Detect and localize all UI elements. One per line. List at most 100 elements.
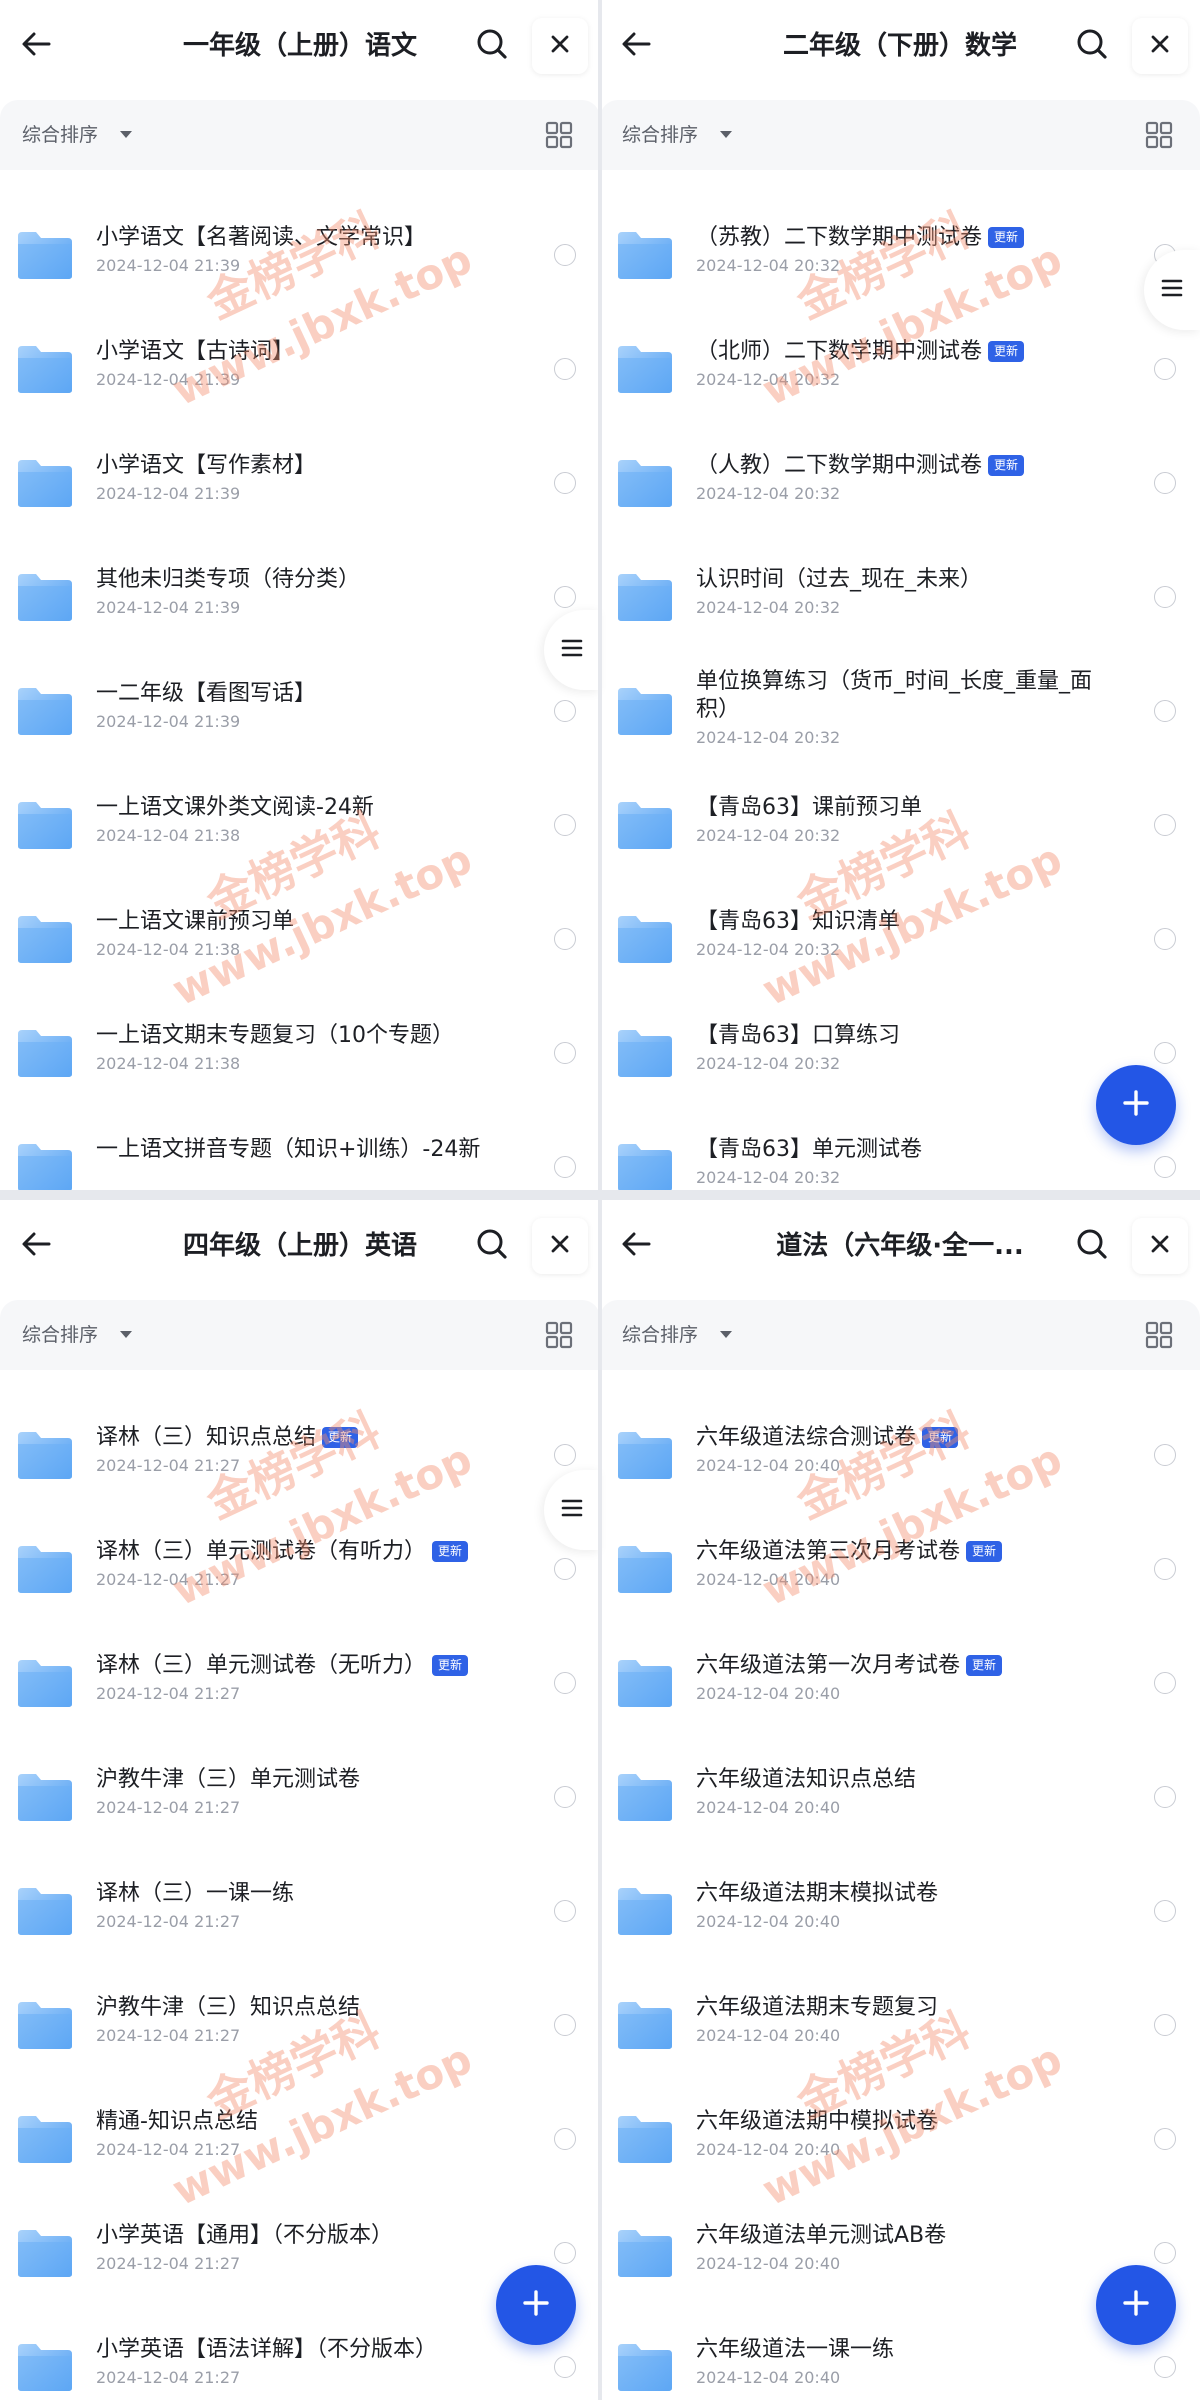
select-radio[interactable] bbox=[554, 244, 576, 266]
select-radio[interactable] bbox=[1154, 2128, 1176, 2150]
search-button[interactable] bbox=[470, 24, 514, 68]
grid-view-button[interactable] bbox=[1144, 1320, 1174, 1350]
select-radio[interactable] bbox=[1154, 1558, 1176, 1580]
sort-dropdown[interactable]: 综合排序 bbox=[622, 122, 698, 148]
select-radio[interactable] bbox=[1154, 2014, 1176, 2036]
list-item[interactable]: 译林（三）知识点总结 更新 2024-12-04 21:27 bbox=[0, 1390, 600, 1504]
list-item[interactable]: 六年级道法综合测试卷 更新 2024-12-04 20:40 bbox=[600, 1390, 1200, 1504]
list-item[interactable]: （苏教）二下数学期中测试卷 更新 2024-12-04 20:32 bbox=[600, 190, 1200, 304]
back-button[interactable] bbox=[614, 1224, 658, 1268]
list-item[interactable]: 沪教牛津（三）知识点总结 2024-12-04 21:27 bbox=[0, 1960, 600, 2074]
list-item[interactable]: 一上语文拼音专题（知识+训练）-24新 bbox=[0, 1102, 600, 1200]
item-name-text: 沪教牛津（三）单元测试卷 bbox=[96, 1767, 361, 1792]
select-radio[interactable] bbox=[554, 358, 576, 380]
close-button[interactable] bbox=[1132, 1218, 1188, 1274]
back-button[interactable] bbox=[14, 24, 58, 68]
sort-dropdown[interactable]: 综合排序 bbox=[622, 1322, 698, 1348]
close-button[interactable] bbox=[1132, 18, 1188, 74]
search-button[interactable] bbox=[1070, 1224, 1114, 1268]
folder-icon bbox=[16, 1544, 74, 1594]
select-radio[interactable] bbox=[1154, 2242, 1176, 2264]
select-radio[interactable] bbox=[554, 586, 576, 608]
select-radio[interactable] bbox=[1154, 472, 1176, 494]
list-item[interactable]: 六年级道法期末模拟试卷 2024-12-04 20:40 bbox=[600, 1846, 1200, 1960]
back-button[interactable] bbox=[14, 1224, 58, 1268]
list-item[interactable]: 六年级道法第三次月考试卷 更新 2024-12-04 20:40 bbox=[600, 1504, 1200, 1618]
list-item[interactable]: （人教）二下数学期中测试卷 更新 2024-12-04 20:32 bbox=[600, 418, 1200, 532]
list-item[interactable]: 其他未归类专项（待分类） 2024-12-04 21:39 bbox=[0, 532, 600, 646]
search-icon bbox=[475, 1227, 509, 1265]
folder-icon bbox=[616, 914, 674, 964]
select-radio[interactable] bbox=[1154, 1786, 1176, 1808]
list-item[interactable]: 认识时间（过去_现在_未来） 2024-12-04 20:32 bbox=[600, 532, 1200, 646]
item-name-text: 译林（三）知识点总结 bbox=[96, 1425, 317, 1450]
close-button[interactable] bbox=[532, 1218, 588, 1274]
select-radio[interactable] bbox=[554, 472, 576, 494]
close-button[interactable] bbox=[532, 18, 588, 74]
list-item[interactable]: 译林（三）一课一练 2024-12-04 21:27 bbox=[0, 1846, 600, 1960]
select-radio[interactable] bbox=[1154, 928, 1176, 950]
page-title: 二年级（下册）数学 bbox=[782, 31, 1017, 61]
list-item[interactable]: 【青岛63】知识清单 2024-12-04 20:32 bbox=[600, 874, 1200, 988]
select-radio[interactable] bbox=[554, 1786, 576, 1808]
list-item[interactable]: 小学语文【写作素材】 2024-12-04 21:39 bbox=[0, 418, 600, 532]
list-item[interactable]: （北师）二下数学期中测试卷 更新 2024-12-04 20:32 bbox=[600, 304, 1200, 418]
select-radio[interactable] bbox=[1154, 1156, 1176, 1178]
item-name: （苏教）二下数学期中测试卷 更新 bbox=[696, 224, 1096, 252]
list-item[interactable]: 一上语文期末专题复习（10个专题） 2024-12-04 21:38 bbox=[0, 988, 600, 1102]
item-date: 2024-12-04 20:32 bbox=[696, 1054, 841, 1073]
select-radio[interactable] bbox=[1154, 358, 1176, 380]
select-radio[interactable] bbox=[554, 2356, 576, 2378]
item-name-text: （北师）二下数学期中测试卷 bbox=[696, 339, 983, 364]
item-name-text: 【青岛63】知识清单 bbox=[696, 909, 900, 934]
select-radio[interactable] bbox=[554, 1444, 576, 1466]
back-button[interactable] bbox=[614, 24, 658, 68]
select-radio[interactable] bbox=[554, 814, 576, 836]
sort-dropdown[interactable]: 综合排序 bbox=[22, 1322, 98, 1348]
add-button[interactable] bbox=[1096, 1065, 1176, 1145]
select-radio[interactable] bbox=[554, 1156, 576, 1178]
select-radio[interactable] bbox=[1154, 1042, 1176, 1064]
list-item[interactable]: 小学语文【古诗词】 2024-12-04 21:39 bbox=[0, 304, 600, 418]
select-radio[interactable] bbox=[1154, 1444, 1176, 1466]
select-radio[interactable] bbox=[554, 2242, 576, 2264]
list-item[interactable]: 精通-知识点总结 2024-12-04 21:27 bbox=[0, 2074, 600, 2188]
grid-view-button[interactable] bbox=[544, 1320, 574, 1350]
search-button[interactable] bbox=[1070, 24, 1114, 68]
select-radio[interactable] bbox=[554, 2128, 576, 2150]
list-item[interactable]: 一上语文课前预习单 2024-12-04 21:38 bbox=[0, 874, 600, 988]
select-radio[interactable] bbox=[554, 1672, 576, 1694]
list-item[interactable]: 一二年级【看图写话】 2024-12-04 21:39 bbox=[0, 646, 600, 760]
add-button[interactable] bbox=[496, 2265, 576, 2345]
select-radio[interactable] bbox=[1154, 814, 1176, 836]
select-radio[interactable] bbox=[1154, 586, 1176, 608]
list-item[interactable]: 沪教牛津（三）单元测试卷 2024-12-04 21:27 bbox=[0, 1732, 600, 1846]
grid-view-button[interactable] bbox=[1144, 120, 1174, 150]
list-item[interactable]: 六年级道法期末专题复习 2024-12-04 20:40 bbox=[600, 1960, 1200, 2074]
select-radio[interactable] bbox=[1154, 2356, 1176, 2378]
list-item[interactable]: 一上语文课外类文阅读-24新 2024-12-04 21:38 bbox=[0, 760, 600, 874]
select-radio[interactable] bbox=[554, 1042, 576, 1064]
folder-icon bbox=[616, 344, 674, 394]
select-radio[interactable] bbox=[1154, 1900, 1176, 1922]
select-radio[interactable] bbox=[554, 928, 576, 950]
list-item[interactable]: 六年级道法期中模拟试卷 2024-12-04 20:40 bbox=[600, 2074, 1200, 2188]
search-button[interactable] bbox=[470, 1224, 514, 1268]
list-item[interactable]: 【青岛63】课前预习单 2024-12-04 20:32 bbox=[600, 760, 1200, 874]
grid-view-button[interactable] bbox=[544, 120, 574, 150]
add-button[interactable] bbox=[1096, 2265, 1176, 2345]
select-radio[interactable] bbox=[1154, 700, 1176, 722]
list-item[interactable]: 译林（三）单元测试卷（有听力） 更新 2024-12-04 21:27 bbox=[0, 1504, 600, 1618]
list-item[interactable]: 单位换算练习（货币_时间_长度_重量_面积） 2024-12-04 20:32 bbox=[600, 646, 1200, 760]
select-radio[interactable] bbox=[554, 1900, 576, 1922]
select-radio[interactable] bbox=[554, 700, 576, 722]
search-icon bbox=[475, 27, 509, 65]
list-item[interactable]: 六年级道法第一次月考试卷 更新 2024-12-04 20:40 bbox=[600, 1618, 1200, 1732]
list-item[interactable]: 译林（三）单元测试卷（无听力） 更新 2024-12-04 21:27 bbox=[0, 1618, 600, 1732]
select-radio[interactable] bbox=[554, 2014, 576, 2036]
sort-dropdown[interactable]: 综合排序 bbox=[22, 122, 98, 148]
select-radio[interactable] bbox=[1154, 1672, 1176, 1694]
list-item[interactable]: 六年级道法知识点总结 2024-12-04 20:40 bbox=[600, 1732, 1200, 1846]
list-item[interactable]: 小学语文【名著阅读、文学常识】 2024-12-04 21:39 bbox=[0, 190, 600, 304]
select-radio[interactable] bbox=[554, 1558, 576, 1580]
